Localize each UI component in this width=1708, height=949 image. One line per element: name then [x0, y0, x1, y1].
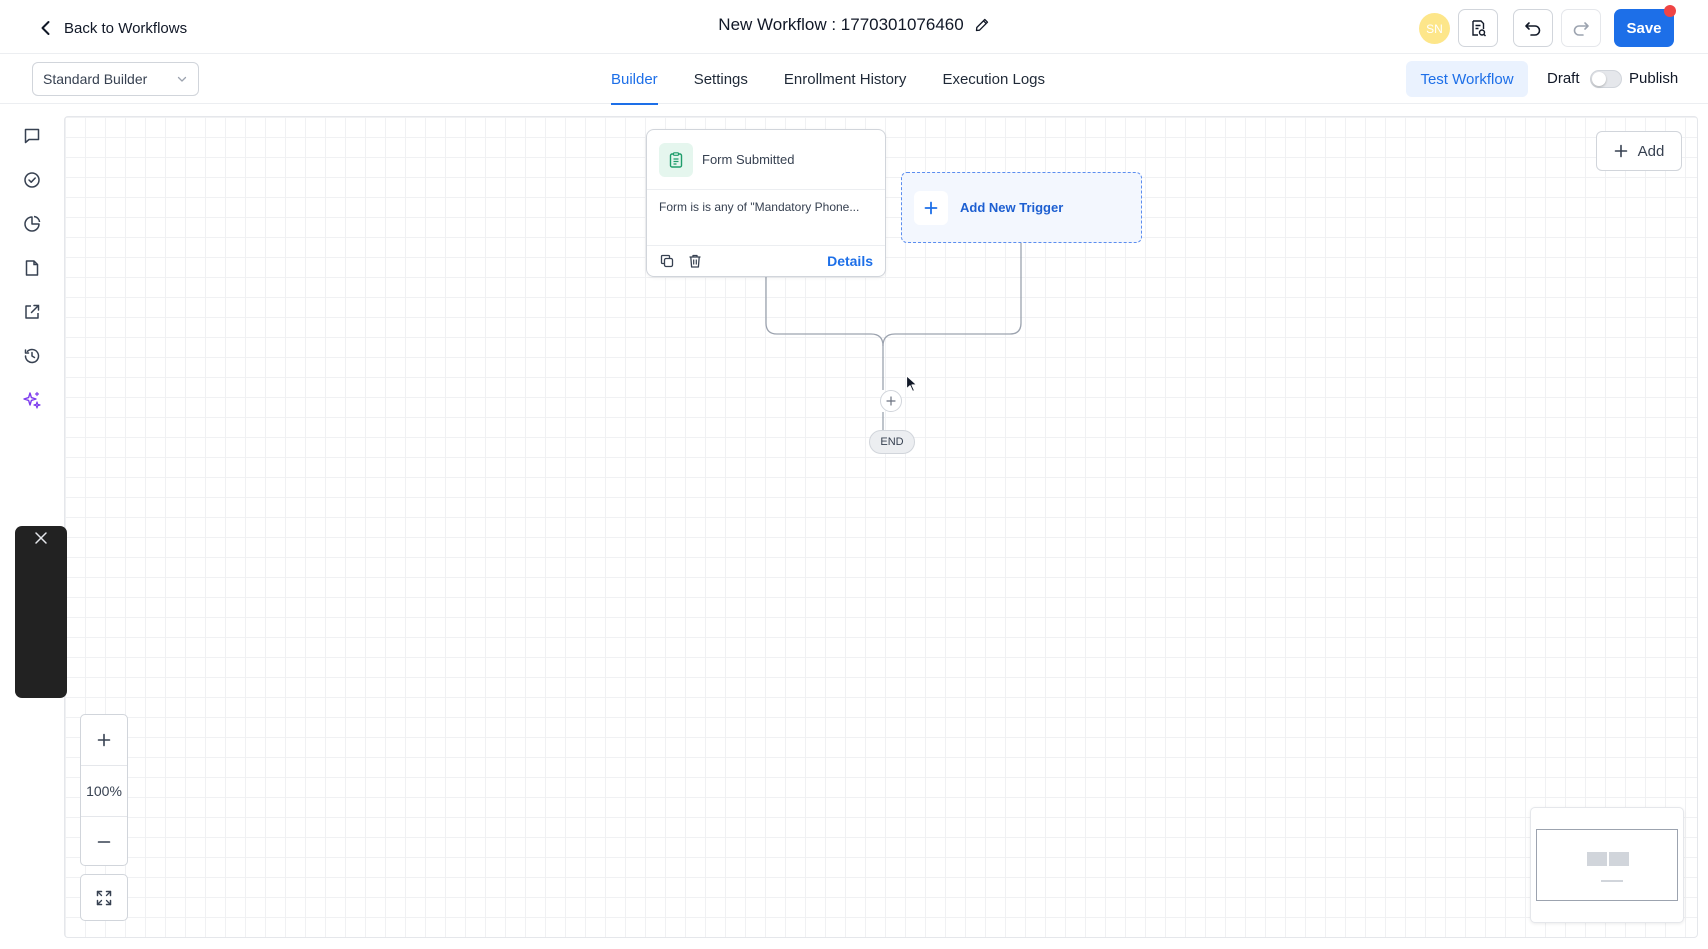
- plus-icon: [97, 733, 111, 747]
- minimap[interactable]: [1530, 807, 1684, 923]
- undo-button[interactable]: [1513, 9, 1553, 47]
- history-icon: [24, 348, 40, 364]
- sparkles-icon: [23, 391, 41, 409]
- zoom-level: 100%: [81, 765, 127, 817]
- tab-label: Enrollment History: [783, 70, 907, 88]
- publish-toggle[interactable]: [1590, 70, 1622, 88]
- add-trigger-plus-wrap: [914, 190, 948, 225]
- workflow-canvas[interactable]: Form Submitted Form is is any of "Mandat…: [64, 116, 1698, 938]
- trash-icon[interactable]: [687, 253, 703, 269]
- sidebar-item-share[interactable]: [20, 300, 44, 324]
- end-node: END: [869, 430, 915, 454]
- close-panel-button[interactable]: [31, 528, 51, 548]
- expand-icon: [96, 890, 112, 905]
- close-icon: [35, 532, 47, 544]
- tab-execution-logs[interactable]: Execution Logs: [942, 54, 1045, 104]
- sidebar-item-chat[interactable]: [20, 124, 44, 148]
- tab-enrollment-history[interactable]: Enrollment History: [784, 54, 907, 104]
- check-circle-icon: [24, 172, 40, 188]
- builder-mode-value: Standard Builder: [43, 71, 148, 87]
- zoom-in-button[interactable]: [81, 715, 127, 765]
- builder-mode-select[interactable]: Standard Builder: [32, 62, 199, 96]
- trigger-condition: Form is is any of "Mandatory Phone...: [647, 190, 885, 246]
- tab-builder[interactable]: Builder: [610, 54, 658, 105]
- sidebar-item-ai[interactable]: [20, 388, 44, 412]
- trigger-title: Form Submitted: [702, 152, 795, 167]
- copy-icon[interactable]: [659, 253, 675, 269]
- trigger-card-form-submitted[interactable]: Form Submitted Form is is any of "Mandat…: [646, 129, 886, 277]
- sub-bar: Standard Builder Builder Settings Enroll…: [0, 54, 1708, 105]
- fit-view-button[interactable]: [80, 874, 128, 921]
- workflow-title-group: New Workflow : 1770301076460: [718, 15, 989, 35]
- trigger-icon-wrap: [659, 142, 693, 177]
- pie-chart-icon: [24, 215, 41, 232]
- tab-label: Settings: [693, 70, 748, 88]
- add-button[interactable]: Add: [1596, 131, 1682, 171]
- add-new-trigger-button[interactable]: Add New Trigger: [901, 172, 1142, 243]
- minus-icon: [97, 841, 111, 843]
- add-action-button[interactable]: [880, 390, 902, 412]
- redo-icon: [1573, 22, 1589, 36]
- add-trigger-label: Add New Trigger: [960, 200, 1064, 215]
- toggle-knob: [1592, 72, 1606, 86]
- publish-label: Publish: [1629, 70, 1679, 87]
- unsaved-indicator: [1664, 5, 1676, 17]
- document-icon: [25, 260, 39, 276]
- add-label: Add: [1637, 142, 1665, 160]
- sidebar-item-tasks[interactable]: [20, 168, 44, 192]
- undo-icon: [1525, 22, 1541, 36]
- save-label: Save: [1626, 19, 1662, 37]
- plus-icon: [1614, 144, 1627, 158]
- zoom-out-button[interactable]: [81, 817, 127, 867]
- plus-icon: [886, 396, 896, 406]
- avatar-initials: SN: [1426, 21, 1443, 36]
- minimap-node: [1601, 880, 1623, 882]
- end-label: END: [880, 436, 904, 448]
- pencil-icon[interactable]: [974, 17, 990, 33]
- title-row: New Workflow : 1770301076460: [0, 15, 1708, 35]
- chevron-left-icon: [41, 21, 50, 35]
- workflow-notes-button[interactable]: [1458, 9, 1498, 47]
- trigger-card-footer: Details: [647, 246, 885, 276]
- draft-label: Draft: [1547, 70, 1580, 87]
- document-search-icon: [1472, 20, 1486, 37]
- avatar[interactable]: SN: [1419, 13, 1450, 44]
- mouse-cursor-icon: [905, 374, 918, 393]
- test-workflow-button[interactable]: Test Workflow: [1406, 61, 1528, 97]
- external-link-icon: [25, 304, 40, 319]
- minimap-node: [1587, 852, 1607, 866]
- back-to-workflows-link[interactable]: Back to Workflows: [38, 14, 187, 42]
- sidebar-item-history[interactable]: [20, 344, 44, 368]
- sidebar-item-analytics[interactable]: [20, 212, 44, 236]
- tabs: Builder Settings Enrollment History Exec…: [610, 54, 1045, 105]
- chevron-down-icon: [177, 76, 187, 82]
- redo-button[interactable]: [1561, 9, 1601, 47]
- trigger-details-link[interactable]: Details: [827, 253, 873, 269]
- plus-icon: [924, 201, 938, 214]
- top-bar: Back to Workflows New Workflow : 1770301…: [0, 0, 1708, 54]
- zoom-controls: 100%: [80, 714, 128, 866]
- trigger-card-header: Form Submitted: [647, 130, 885, 190]
- test-workflow-label: Test Workflow: [1420, 70, 1514, 88]
- back-label: Back to Workflows: [64, 19, 188, 37]
- floating-dark-panel: [15, 526, 67, 698]
- tab-settings[interactable]: Settings: [694, 54, 748, 104]
- sidebar-item-documents[interactable]: [20, 256, 44, 280]
- workflow-title: New Workflow : 1770301076460: [718, 15, 964, 34]
- tab-label: Builder: [610, 70, 658, 88]
- minimap-viewport[interactable]: [1536, 829, 1678, 901]
- minimap-node: [1609, 852, 1629, 866]
- clipboard-icon: [669, 151, 683, 168]
- tab-label: Execution Logs: [942, 70, 1046, 88]
- chat-icon: [24, 128, 40, 144]
